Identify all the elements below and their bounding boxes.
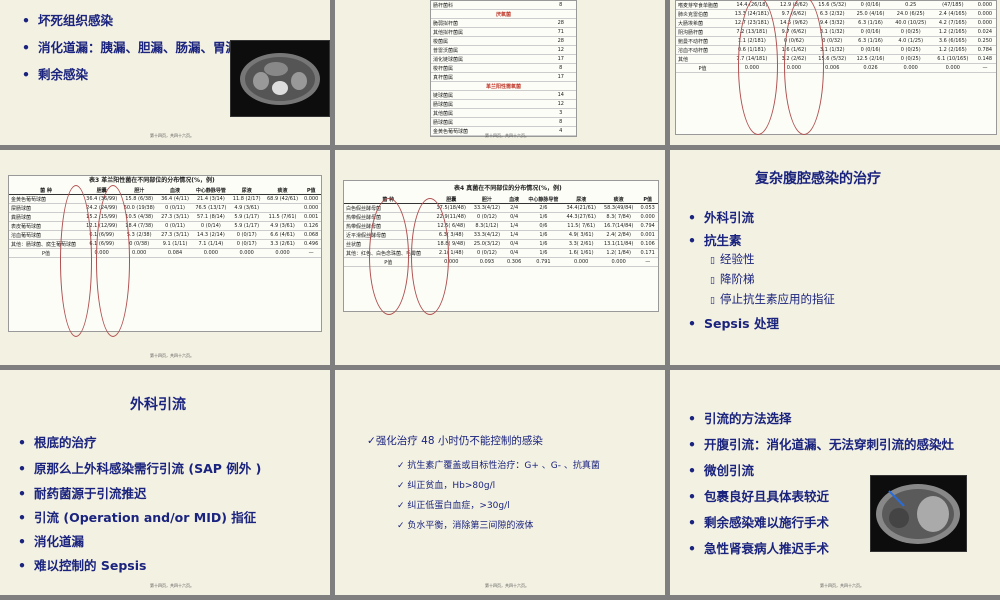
bullet-item: 急性肾衰病人推迟手术 (688, 538, 829, 557)
table-row: 其他拟杆菌属 71 (431, 27, 576, 37)
bullet-drainage: 外科引流 (688, 207, 754, 226)
highlight-oval (60, 185, 92, 337)
table-row: 肠杆菌科 8 (431, 1, 576, 10)
p-value-row: P值 0.000 0.000 0.006 0.026 0.000 0.000— (676, 63, 996, 73)
table-row: 梭菌属 28 (431, 36, 576, 46)
bullet-item: 微创引流 (688, 460, 754, 479)
table-row: 粪肠球菌 15.2 (15/99) 10.5 (4/38) 27.3 (3/11) 57… (9, 212, 321, 222)
bullet-antibiotics: 抗生素 (688, 230, 742, 249)
bullet-item: 开腹引流：消化道漏、无法穿刺引流的感染灶 (688, 434, 954, 453)
table-row: 肺炎克雷伯菌 13.3 (24/181) 9.7 (6/62) 6.3 (2/32) 2… (676, 9, 996, 19)
table-row: 其他菌属 3 (431, 108, 576, 118)
checkmark-icon: ✓ (397, 481, 408, 491)
checkmark-icon: ✓ (397, 521, 408, 531)
highlight-oval (369, 198, 409, 315)
table-row: 真杆菌属 17 (431, 72, 576, 82)
checkmark-icon: ✓ (367, 435, 376, 447)
table-row: 溶血不动杆菌 0.6 (1/181) 1.6 (1/62) 3.1 (1/32) 0 (… (676, 45, 996, 55)
bullet-residual: 剩余感染 (22, 64, 88, 83)
ct-scan-drawing (240, 53, 320, 105)
bullet-item: 耐药菌源于引流推迟 (18, 483, 147, 502)
slide-5: 表4 真菌在不同部位的分布情况(%，例) 菌 种胆囊 胆汁 血液 中心静脉导管 尿液 痰液… (335, 150, 665, 365)
highlight-oval (411, 198, 449, 315)
sub-stop-indication: 停止抗生素应用的指征 (710, 291, 835, 307)
gram-negative-table-grid: 嗜麦芽窄食单胞菌 14.4 (26/18) 12.9 (8/62) 15.6 (5/3… (676, 1, 996, 73)
slide-8: ✓强化治疗 48 小时仍不能控制的感染 ✓ 抗生素广覆盖或目标性治疗：G+ 、G… (335, 370, 665, 595)
gram-positive-table-grid: 菌 种胆囊 胆汁 血液 中心静脉导管 尿液 痰液 P值 金黄色葡萄球菌 36.4 (36/99… (9, 186, 321, 258)
slide-footer: 第十四页，共四十六页。 (150, 583, 194, 588)
slide-footer: 第十四页，共四十六页。 (820, 583, 864, 588)
highlight-oval (738, 0, 778, 135)
table-row: 鲍曼不动杆菌 1.1 (2/181) 0 (0/62) 0 (0/32) 6.3 (1/… (676, 36, 996, 46)
slide-title: 外科引流 (130, 397, 186, 413)
table-row: 肠球菌属 12 (431, 99, 576, 109)
table-caption: 表3 革兰阳性菌在不同部位的分布情况(%，例) (89, 177, 215, 184)
sub-point: ✓ 纠正贫血，Hb>80g/l (397, 481, 496, 491)
bullet-sepsis: Sepsis 处理 (688, 313, 779, 332)
gram-positive-table: 表3 革兰阳性菌在不同部位的分布情况(%，例) 菌 种胆囊 胆汁 血液 中心静脉导管尿… (8, 175, 322, 332)
bullet-item: 包裹良好且具体表较近 (688, 486, 829, 505)
slide-footer: 第十四页，共四十六页。 (485, 583, 529, 588)
checkmark-icon: ✓ (397, 461, 408, 471)
bullet-item: 引流的方法选择 (688, 408, 792, 427)
highlight-oval (96, 185, 130, 337)
table-row: 其他：肠球菌、腐生葡萄球菌 6.1 (6/99) 0 (0/38) 9.1 (1/11… (9, 239, 321, 249)
table-row: 链球菌属 14 (431, 90, 576, 100)
table-section: 革兰阳性需氧菌 (431, 81, 576, 91)
table-section: 厌氧菌 (431, 9, 576, 19)
ct-scan-image (230, 40, 330, 117)
table-row: 其他 7.7 (14/181) 3.2 (2/62) 15.6 (5/32) 12.5 … (676, 54, 996, 64)
checkmark-icon: ✓ (397, 501, 408, 511)
slide-title: 复杂腹腔感染的治疗 (755, 171, 881, 187)
slide-6: 复杂腹腔感染的治疗 外科引流 抗生素 经验性 降阶梯 停止抗生素应用的指征 Se… (670, 150, 1000, 365)
ct-scan-image (870, 475, 967, 552)
sub-deescalation: 降阶梯 (710, 271, 755, 287)
table-caption: 表4 真菌在不同部位的分布情况(%，例) (454, 185, 562, 192)
bacteria-table-grid: 肠杆菌科 8 厌氧菌 脆弱拟杆菌 28 其他拟杆菌属 71 梭菌属 28 普雷沃菌属 12… (431, 1, 576, 136)
table-row: 消化链球菌属 17 (431, 54, 576, 64)
slide-2: 肠杆菌科 8 厌氧菌 脆弱拟杆菌 28 其他拟杆菌属 71 梭菌属 28 普雷沃菌属 12… (335, 0, 665, 145)
slide-3: 嗜麦芽窄食单胞菌 14.4 (26/18) 12.9 (8/62) 15.6 (5/3… (670, 0, 1000, 145)
bullet-item: 引流 (Operation and/or MID) 指征 (18, 507, 256, 526)
slide-4: 表3 革兰阳性菌在不同部位的分布情况(%，例) 菌 种胆囊 胆汁 血液 中心静脉导管尿… (0, 150, 330, 365)
slide-footer: 第十四页，共四十六页。 (150, 353, 194, 358)
ct-scan-drawing (876, 484, 960, 544)
sub-point: ✓ 纠正低蛋白血症，>30g/l (397, 501, 510, 511)
bullet-item: 剩余感染难以施行手术 (688, 512, 829, 531)
bacteria-table: 肠杆菌科 8 厌氧菌 脆弱拟杆菌 28 其他拟杆菌属 71 梭菌属 28 普雷沃菌属 12… (430, 0, 577, 137)
gram-negative-table: 嗜麦芽窄食单胞菌 14.4 (26/18) 12.9 (8/62) 15.6 (5/3… (675, 0, 997, 135)
table-row: 金黄色葡萄球菌 36.4 (36/99) 15.8 (6/38) 36.4 (4/11… (9, 194, 321, 204)
p-value-row: P值 0.000 0.000 0.084 0.000 0.000 0.000— (9, 248, 321, 258)
bullet-item: 难以控制的 Sepsis (18, 555, 146, 574)
sub-point: ✓ 抗生素广覆盖或目标性治疗：G+ 、G- 、抗真菌 (397, 461, 600, 471)
sub-empirical: 经验性 (710, 251, 755, 267)
slide-footer: 第十四页，共四十六页。 (485, 133, 529, 138)
bullet-item: 原那么上外科感染需行引流 (SAP 例外 ) (18, 458, 261, 477)
slide-1: 坏死组织感染 消化道漏：胰漏、胆漏、肠漏、胃漏 剩余感染 第十四页，共四十六页。 (0, 0, 330, 145)
table-row: 梭杆菌属 8 (431, 63, 576, 73)
table-row: 屎肠球菌 24.2 (24/99) 50.0 (19/38) 0 (0/11) 76.5… (9, 203, 321, 213)
slide-9: 引流的方法选择 开腹引流：消化道漏、无法穿刺引流的感染灶 微创引流 包裹良好且具… (670, 370, 1000, 595)
highlight-oval (784, 0, 824, 135)
bullet-item: 消化道漏 (18, 531, 84, 550)
slide-footer: 第十四页，共四十六页。 (150, 133, 194, 138)
main-point: ✓强化治疗 48 小时仍不能控制的感染 (367, 435, 543, 447)
sub-point: ✓ 负水平衡，消除第三间隙的液体 (397, 521, 534, 531)
table-row: 肠球菌属 8 (431, 117, 576, 127)
table-header-row: 菌 种胆囊 胆汁 血液 中心静脉导管 尿液 痰液 P值 (9, 186, 321, 195)
table-row: 普雷沃菌属 12 (431, 45, 576, 55)
table-row: 大肠埃希菌 12.7 (23/181) 14.5 (9/62) 9.4 (3/32) 6… (676, 18, 996, 28)
table-row: 溶血葡萄球菌 6.1 (6/99) 5.3 (2/38) 27.3 (3/11) 14.… (9, 230, 321, 240)
table-row: 脆弱拟杆菌 28 (431, 18, 576, 28)
bullet-item: 根底的治疗 (18, 432, 97, 451)
slide-7: 外科引流 根底的治疗 原那么上外科感染需行引流 (SAP 例外 ) 耐药菌源于引… (0, 370, 330, 595)
bullet-necrotic: 坏死组织感染 (22, 10, 113, 29)
table-row: 阴沟肠杆菌 7.2 (13/181) 9.7 (6/62) 3.1 (1/32) 0 (… (676, 27, 996, 37)
bullet-fistula: 消化道漏：胰漏、胆漏、肠漏、胃漏 (22, 37, 238, 56)
table-row: 表皮葡萄球菌 12.1 (12/99) 18.4 (7/38) 0 (0/11) 0 (… (9, 221, 321, 231)
table-row: 嗜麦芽窄食单胞菌 14.4 (26/18) 12.9 (8/62) 15.6 (5/3… (676, 1, 996, 10)
